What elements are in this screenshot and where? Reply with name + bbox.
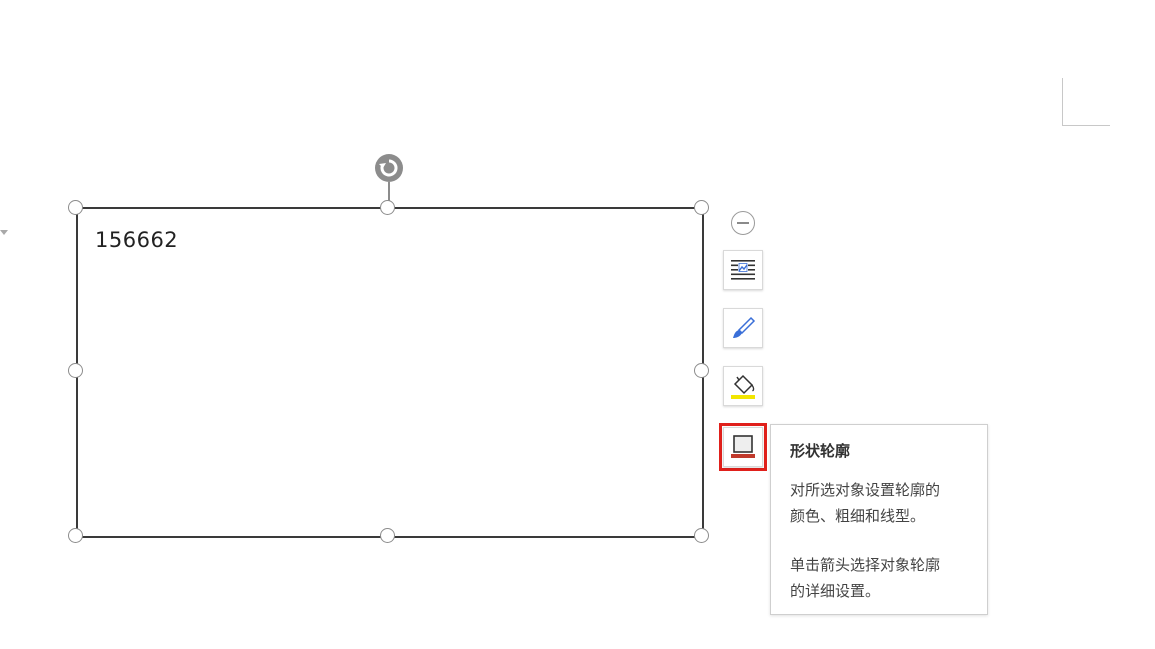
resize-handle-bottom-left[interactable] xyxy=(68,528,83,543)
rectangle-shape[interactable]: 156662 xyxy=(76,207,704,538)
shape-outline-icon xyxy=(730,434,756,460)
tooltip-description-line-1: 对所选对象设置轮廓的 xyxy=(790,481,941,499)
resize-handle-right[interactable] xyxy=(694,363,709,378)
rotation-handle-stem xyxy=(388,182,390,202)
shape-style-button[interactable] xyxy=(723,308,763,348)
page-corner-mark-horizontal xyxy=(1062,125,1110,126)
tooltip-title: 形状轮廓 xyxy=(790,442,851,460)
tooltip-hint-line-2: 的详细设置。 xyxy=(790,582,881,600)
resize-handle-bottom[interactable] xyxy=(380,528,395,543)
resize-handle-top-left[interactable] xyxy=(68,200,83,215)
resize-handle-left[interactable] xyxy=(68,363,83,378)
shape-outline-tooltip: 形状轮廓 对所选对象设置轮廓的 颜色、粗细和线型。 单击箭头选择对象轮廓 的详细… xyxy=(770,424,988,615)
text-wrap-icon xyxy=(730,258,756,282)
layout-options-button[interactable] xyxy=(723,250,763,290)
paint-bucket-icon xyxy=(729,372,757,400)
page-corner-mark-vertical xyxy=(1062,78,1063,126)
resize-handle-top-right[interactable] xyxy=(694,200,709,215)
resize-handle-bottom-right[interactable] xyxy=(694,528,709,543)
rotate-handle-icon[interactable] xyxy=(375,154,403,182)
minus-circle-icon xyxy=(737,222,749,224)
shape-fill-button[interactable] xyxy=(723,366,763,406)
brush-icon xyxy=(730,315,756,341)
tooltip-description-line-2: 颜色、粗细和线型。 xyxy=(790,507,926,525)
shape-outline-button[interactable] xyxy=(723,427,763,467)
collapse-toolbar-button[interactable] xyxy=(731,211,755,235)
left-margin-caret-icon xyxy=(0,230,8,235)
tooltip-hint-line-1: 单击箭头选择对象轮廓 xyxy=(790,556,941,574)
resize-handle-top[interactable] xyxy=(380,200,395,215)
shape-text[interactable]: 156662 xyxy=(95,228,178,252)
